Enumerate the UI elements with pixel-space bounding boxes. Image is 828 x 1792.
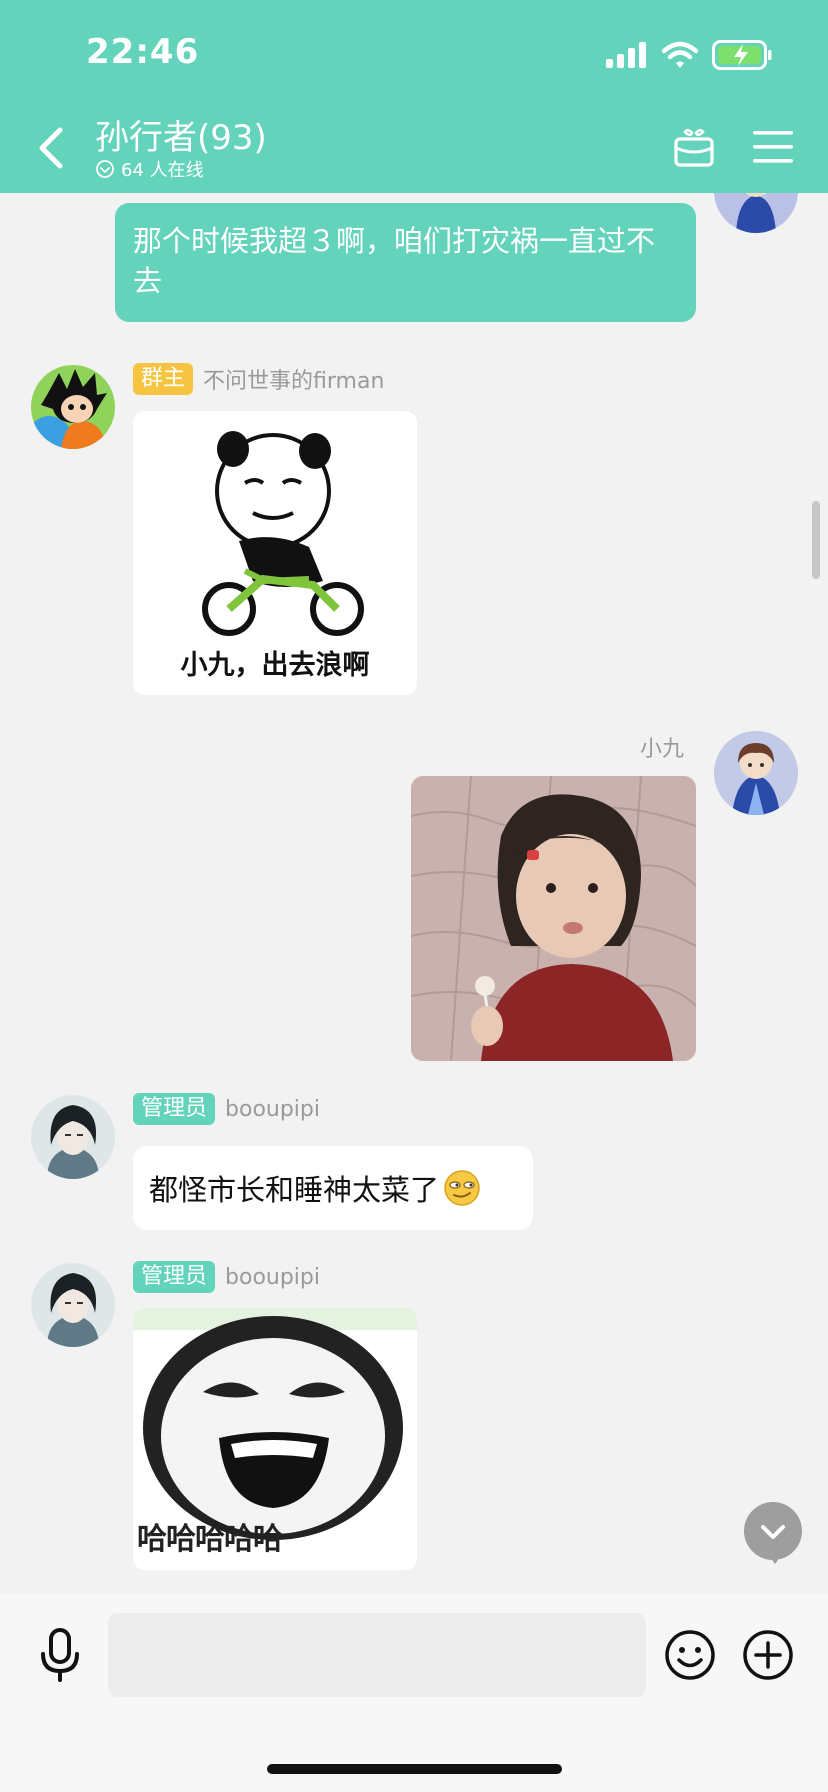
avatar[interactable]	[31, 1095, 115, 1179]
home-indicator	[267, 1764, 562, 1774]
user-avatar-image	[714, 193, 798, 233]
chat-title: 孙行者(93)	[95, 118, 267, 158]
status-time: 22:46	[86, 32, 200, 72]
owner-badge: 群主	[133, 363, 194, 395]
sender-meta: 管理员 booupipi	[133, 1261, 320, 1293]
scroll-button-tail	[768, 1554, 782, 1564]
shared-photo[interactable]	[411, 776, 696, 1061]
sender-name[interactable]: booupipi	[225, 1265, 320, 1290]
admin-avatar-image	[31, 1263, 115, 1347]
plus-icon[interactable]	[742, 1629, 794, 1681]
chevron-down-icon	[761, 1525, 785, 1539]
admin-avatar-image	[31, 1095, 115, 1179]
wifi-icon	[662, 41, 698, 68]
user-avatar-image	[714, 731, 798, 815]
sender-meta: 管理员 booupipi	[133, 1093, 320, 1125]
admin-badge: 管理员	[133, 1093, 216, 1125]
scroll-to-bottom-button[interactable]	[744, 1502, 802, 1560]
message-input[interactable]	[108, 1613, 646, 1697]
back-button[interactable]	[30, 122, 74, 174]
online-check-icon	[96, 160, 114, 178]
sender-name[interactable]: 不问世事的firman	[203, 363, 384, 395]
message-list[interactable]: 那个时候我超３啊，咱们打灾祸一直过不去 群主 不问世事的firman 小九，出去…	[0, 193, 828, 1593]
sticker-image[interactable]: 哈哈哈哈哈	[133, 1308, 417, 1570]
sender-name[interactable]: 小九	[640, 731, 684, 763]
input-bar	[0, 1593, 828, 1792]
chat-header: 22:46 孙行者(93) 64 人在线	[0, 0, 828, 193]
status-icons	[606, 38, 772, 72]
sender-name[interactable]: booupipi	[225, 1097, 320, 1122]
signal-icon	[606, 42, 646, 68]
online-count-text: 64 人在线	[121, 160, 204, 181]
sender-meta: 群主 不问世事的firman	[133, 363, 384, 395]
sticker-caption: 哈哈哈哈哈	[137, 1522, 283, 1557]
smirk-emoji-icon	[444, 1170, 480, 1206]
scrollbar[interactable]	[812, 501, 820, 579]
microphone-icon[interactable]	[38, 1627, 82, 1683]
menu-icon[interactable]	[750, 124, 796, 170]
avatar[interactable]	[31, 365, 115, 449]
message-text: 都怪市长和睡神太菜了	[149, 1173, 440, 1207]
emoji-icon[interactable]	[664, 1629, 716, 1681]
sticker-image[interactable]: 小九，出去浪啊	[133, 411, 417, 695]
avatar[interactable]	[714, 731, 798, 815]
gift-icon[interactable]	[671, 124, 717, 170]
message-text: 那个时候我超３啊，咱们打灾祸一直过不去	[133, 224, 656, 298]
avatar[interactable]	[714, 193, 798, 233]
message-bubble[interactable]: 都怪市长和睡神太菜了	[133, 1146, 533, 1230]
avatar[interactable]	[31, 1263, 115, 1347]
admin-badge: 管理员	[133, 1261, 216, 1293]
own-message-bubble[interactable]: 那个时候我超３啊，咱们打灾祸一直过不去	[115, 203, 696, 322]
battery-charging-icon	[712, 40, 772, 70]
sender-meta: 小九	[640, 731, 684, 763]
owner-avatar-image	[31, 365, 115, 449]
online-count: 64 人在线	[95, 156, 204, 182]
sticker-caption: 小九，出去浪啊	[180, 650, 370, 681]
child-photo	[411, 776, 696, 1061]
